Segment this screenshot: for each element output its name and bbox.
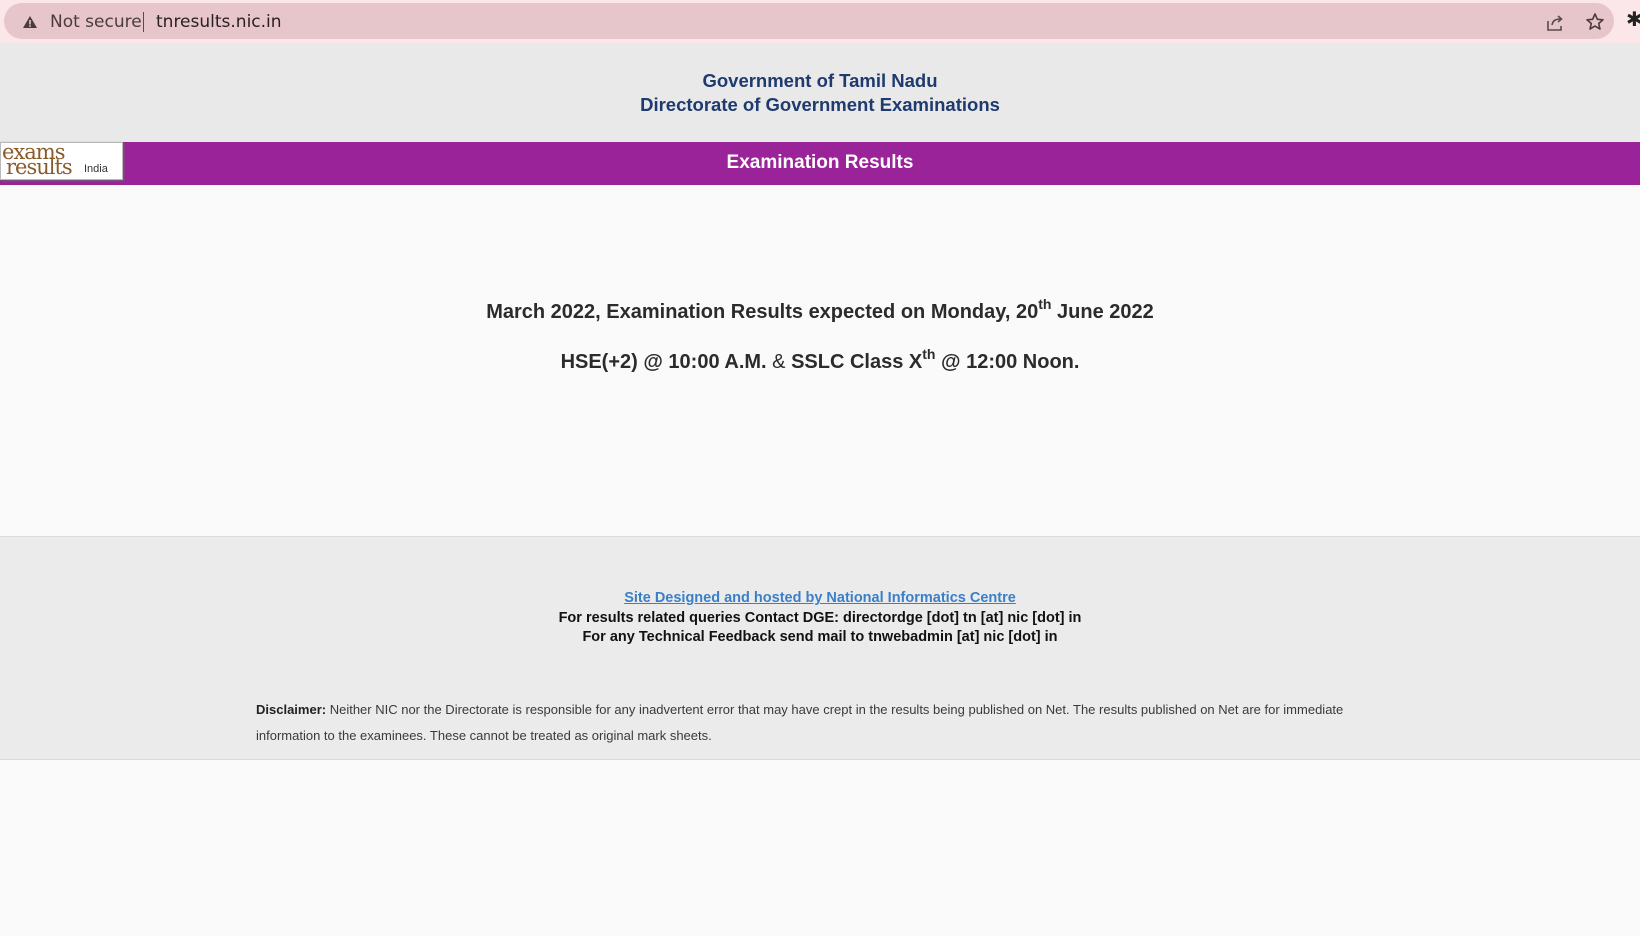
share-icon[interactable] <box>1545 13 1565 33</box>
banner-title: Examination Results <box>726 152 914 173</box>
url-text[interactable]: tnresults.nic.in <box>156 12 282 32</box>
government-title: Government of Tamil Nadu <box>702 70 938 91</box>
dge-contact: For results related queries Contact DGE:… <box>558 610 1082 626</box>
technical-feedback-contact: For any Technical Feedback send mail to … <box>582 629 1058 645</box>
warning-icon[interactable] <box>22 15 38 29</box>
class-ordinal-suffix: th <box>922 346 936 362</box>
nic-link[interactable]: Site Designed and hosted by National Inf… <box>0 590 1640 606</box>
directorate-title: Directorate of Government Examinations <box>640 94 1000 115</box>
results-banner: exams results India Examination Results <box>0 141 1640 185</box>
url-separator <box>143 12 144 32</box>
ampersand: & <box>766 351 792 373</box>
disclaimer-label: Disclaimer: <box>256 702 327 717</box>
hse-time: HSE(+2) @ 10:00 A.M. <box>560 351 767 373</box>
address-bar[interactable]: Not secure tnresults.nic.in <box>4 3 1614 39</box>
announcement-line1-month: June 2022 <box>1051 301 1154 323</box>
result-time-announcement: HSE(+2) @ 10:00 A.M. & SSLC Class Xth @ … <box>0 347 1640 374</box>
bookmark-star-icon[interactable] <box>1585 12 1605 32</box>
ordinal-suffix: th <box>1038 296 1052 312</box>
disclaimer-text: Neither NIC nor the Directorate is respo… <box>256 702 1344 743</box>
result-date-announcement: March 2022, Examination Results expected… <box>0 297 1640 324</box>
site-footer: Site Designed and hosted by National Inf… <box>0 537 1640 760</box>
sslc-time: @ 12:00 Noon. <box>935 351 1080 373</box>
disclaimer: Disclaimer: Neither NIC nor the Director… <box>256 697 1396 749</box>
security-label[interactable]: Not secure <box>50 12 142 32</box>
browser-toolbar: Not secure tnresults.nic.in ✱ <box>0 0 1640 44</box>
sslc-class: SSLC Class X <box>791 351 923 373</box>
extensions-icon[interactable]: ✱ <box>1626 9 1640 31</box>
announcement-line1-text: March 2022, Examination Results expected… <box>486 301 1039 323</box>
announcement-section: March 2022, Examination Results expected… <box>0 185 1640 537</box>
site-header: Government of Tamil Nadu Directorate of … <box>0 43 1640 142</box>
